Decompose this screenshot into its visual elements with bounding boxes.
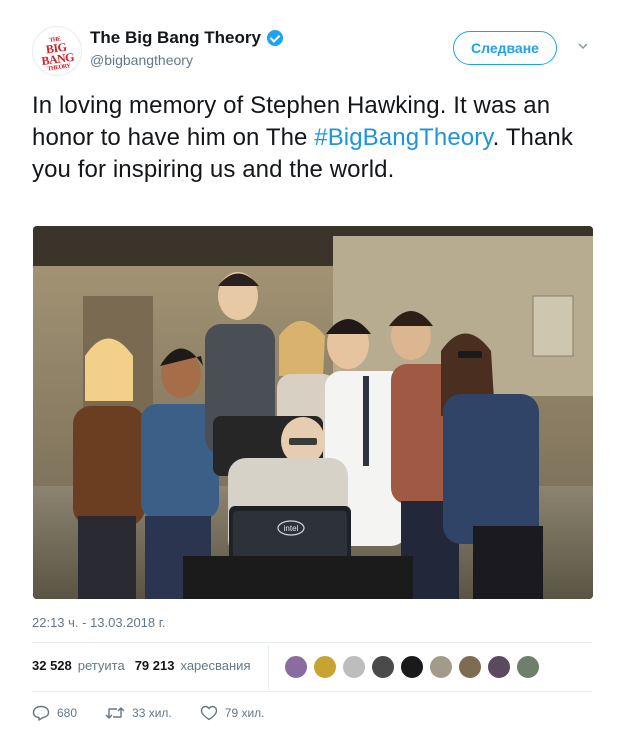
liker-avatar[interactable] [342,655,366,679]
cast-photo-illustration: intel [33,226,593,599]
tweet-photo[interactable]: intel [33,226,593,599]
reply-action[interactable]: 680 [32,705,77,721]
tweet-timestamp[interactable]: 22:13 ч. - 13.03.2018 г. [32,615,166,630]
liker-avatar[interactable] [313,655,337,679]
liker-avatar[interactable] [516,655,540,679]
liker-avatars [284,655,545,679]
retweet-stat[interactable]: 32 528 ретуита [32,658,125,673]
follow-button[interactable]: Следване [453,31,557,65]
retweet-action[interactable]: 33 хил. [105,705,172,721]
divider [32,691,592,692]
like-label: харесвания [180,658,251,673]
engagement-stats: 32 528 ретуита 79 213 харесвания [32,658,260,673]
tweet-header: THE BIG BANG THEORY The Big Bang Theory … [0,0,626,90]
like-stat[interactable]: 79 213 харесвания [135,658,251,673]
user-info[interactable]: The Big Bang Theory @bigbangtheory [90,28,283,68]
retweet-count: 32 528 [32,658,72,673]
liker-avatar[interactable] [284,655,308,679]
hashtag-link[interactable]: #BigBangTheory [314,124,492,151]
like-action[interactable]: 79 хил. [200,705,265,721]
liker-avatar[interactable] [400,655,424,679]
tweet-actions: 680 33 хил. 79 хил. [32,705,293,721]
liker-avatar[interactable] [487,655,511,679]
retweet-action-count: 33 хил. [132,706,172,720]
liker-avatar[interactable] [429,655,453,679]
liker-avatar[interactable] [371,655,395,679]
retweet-icon [105,707,125,719]
like-count: 79 213 [134,658,175,673]
retweet-label: ретуита [77,658,125,673]
divider [32,642,592,643]
intel-logo: intel [284,524,299,533]
reply-icon [32,705,50,721]
display-name[interactable]: The Big Bang Theory [90,28,261,48]
liker-avatar[interactable] [458,655,482,679]
like-action-count: 79 хил. [224,706,265,720]
heart-icon [200,705,217,721]
verified-badge-icon [266,30,283,46]
avatar[interactable]: THE BIG BANG THEORY [32,26,82,76]
reply-count: 680 [57,706,78,720]
user-handle[interactable]: @bigbangtheory [90,52,283,68]
avatar-logo: THE BIG BANG THEORY [40,36,75,73]
tweet-text: In loving memory of Stephen Hawking. It … [32,90,592,186]
chevron-down-icon[interactable] [578,41,588,51]
stats-divider [268,645,269,690]
